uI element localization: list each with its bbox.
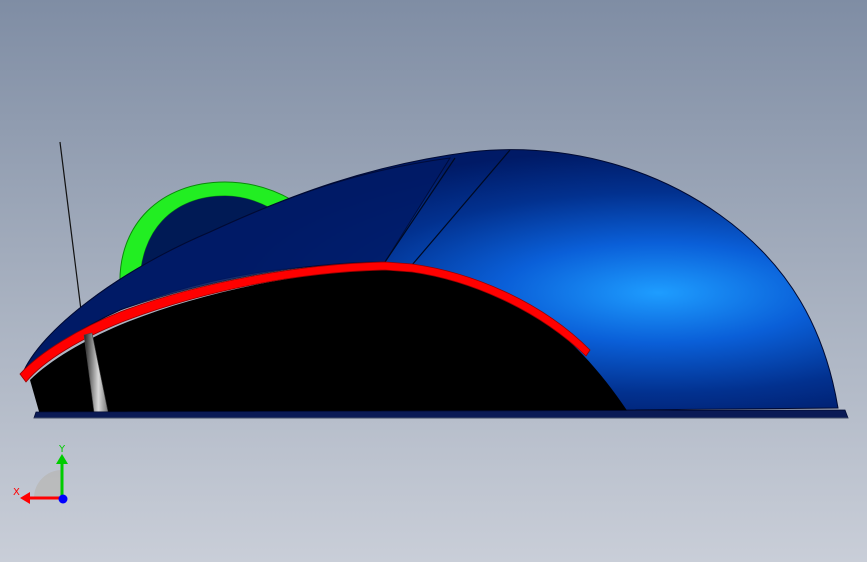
- reference-line: [59, 141, 83, 319]
- graphics-viewport[interactable]: Y X: [0, 0, 867, 562]
- z-axis-dot: [58, 494, 68, 504]
- mouse-model-3d-view[interactable]: [0, 0, 867, 562]
- x-axis-label: X: [13, 487, 20, 498]
- triad-quarter-disc: [34, 470, 62, 498]
- y-axis-arrow: [56, 454, 68, 464]
- y-axis-label: Y: [58, 444, 66, 455]
- x-axis-arrow: [20, 492, 30, 504]
- axis-triad-icon: Y X: [13, 444, 68, 504]
